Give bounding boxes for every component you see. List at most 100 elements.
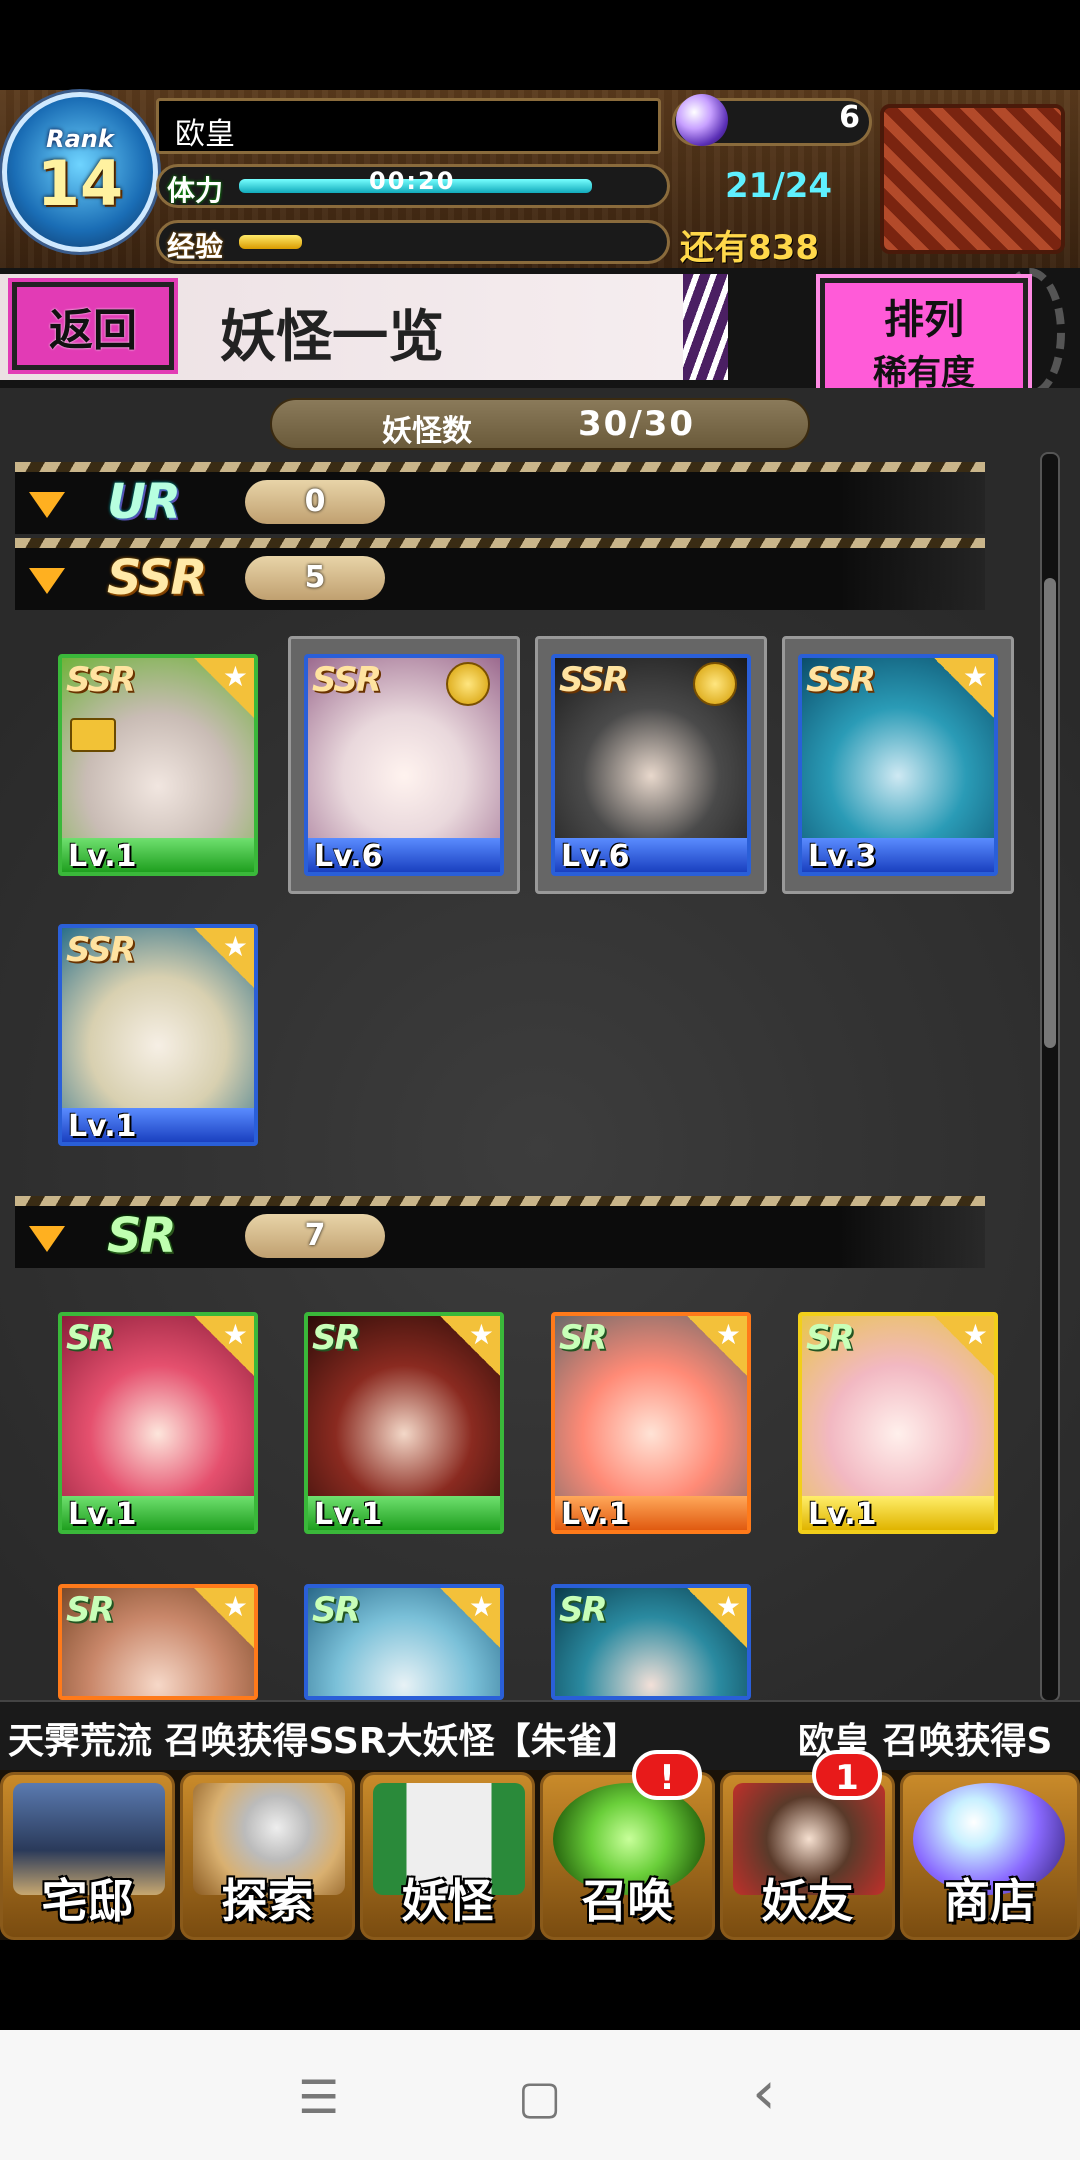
star-icon: ★ — [687, 1588, 747, 1648]
star-icon: ★ — [934, 658, 994, 718]
level-label: Lv.1 — [68, 839, 137, 874]
rarity-badge: SSR — [66, 930, 136, 970]
yokai-card[interactable]: SR ★ Lv.1 — [304, 1312, 504, 1534]
yokai-card[interactable]: SR ★ Lv.1 — [798, 1312, 998, 1534]
star-glyph: ★ — [222, 1318, 248, 1351]
rarity-badge: SR — [559, 1590, 608, 1630]
yokai-card[interactable]: SR ★ — [304, 1584, 504, 1700]
exp-remaining: 还有838 — [680, 228, 819, 268]
nav-yokai-button[interactable]: 妖怪 — [360, 1772, 535, 1940]
level-label: Lv.3 — [808, 839, 877, 874]
yokai-card[interactable]: SR ★ — [58, 1584, 258, 1700]
sort-button[interactable]: 排列 稀有度 — [820, 278, 1028, 394]
section-header-sr[interactable]: SR 7 — [15, 1196, 985, 1268]
rarity-label: SR — [107, 1208, 177, 1264]
lock-icon — [70, 718, 116, 752]
section-count: 0 — [245, 480, 385, 524]
star-icon: ★ — [934, 1316, 994, 1376]
yokai-count-label: 妖怪数 — [382, 414, 472, 449]
sort-mode: 稀有度 — [873, 353, 975, 393]
yokai-count-pill: 妖怪数 30/30 — [270, 398, 810, 450]
level-label: Lv.1 — [68, 1109, 137, 1144]
sort-label: 排列 — [884, 297, 964, 343]
rarity-badge: SSR — [559, 660, 629, 700]
section-count: 5 — [245, 556, 385, 600]
rarity-label: UR — [107, 474, 181, 530]
rarity-badge: SSR — [806, 660, 876, 700]
home-square-icon[interactable]: ▢ — [518, 2070, 561, 2124]
stamina-count: 21/24 — [725, 166, 833, 206]
gift-box-icon[interactable] — [880, 104, 1065, 254]
nav-home-button[interactable]: 宅邸 — [0, 1772, 175, 1940]
page-title: 妖怪一览 — [220, 305, 444, 370]
summon-alert-badge: ! — [632, 1750, 702, 1800]
rarity-badge: SR — [312, 1318, 361, 1358]
gold-medal-icon — [693, 662, 737, 706]
rarity-badge: SSR — [312, 660, 382, 700]
star-glyph: ★ — [962, 1318, 988, 1351]
level-label: Lv.1 — [68, 1497, 137, 1532]
collapse-arrow-icon — [29, 1226, 65, 1252]
spirit-orb-icon — [676, 94, 728, 146]
yokai-card[interactable]: SSR Lv.6 — [551, 654, 751, 876]
yokai-card[interactable]: SSR ★ Lv.1 — [58, 924, 258, 1146]
back-button[interactable]: 返回 — [12, 282, 174, 370]
yokai-card[interactable]: SSR Lv.6 — [304, 654, 504, 876]
star-glyph: ★ — [468, 1590, 494, 1623]
rarity-badge: SR — [66, 1590, 115, 1630]
nav-label: 宅邸 — [41, 1874, 134, 1928]
rarity-badge: SR — [312, 1590, 361, 1630]
gold-medal-icon — [446, 662, 490, 706]
section-count: 7 — [245, 1214, 385, 1258]
yokai-card[interactable]: SR ★ Lv.1 — [551, 1312, 751, 1534]
section-header-ssr[interactable]: SSR 5 — [15, 538, 985, 610]
rarity-badge: SR — [806, 1318, 855, 1358]
rarity-badge: SR — [559, 1318, 608, 1358]
star-icon: ★ — [194, 1316, 254, 1376]
star-glyph: ★ — [962, 660, 988, 693]
nav-label: 探索 — [221, 1874, 314, 1928]
level-label: Lv.6 — [561, 839, 630, 874]
star-glyph: ★ — [222, 660, 248, 693]
stamina-label: 体力 — [167, 174, 224, 207]
nav-explore-button[interactable]: 探索 — [180, 1772, 355, 1940]
star-glyph: ★ — [715, 1590, 741, 1623]
star-icon: ★ — [194, 658, 254, 718]
star-icon: ★ — [440, 1588, 500, 1648]
star-icon: ★ — [194, 928, 254, 988]
star-icon: ★ — [687, 1316, 747, 1376]
star-icon: ★ — [194, 1588, 254, 1648]
nav-label: 妖友 — [761, 1874, 854, 1928]
yokai-card[interactable]: SR ★ — [551, 1584, 751, 1700]
yokai-card[interactable]: SR ★ Lv.1 — [58, 1312, 258, 1534]
yokai-card[interactable]: SSR ★ Lv.3 — [798, 654, 998, 876]
player-name-box: 欧皇 — [156, 98, 661, 154]
rarity-badge: SSR — [66, 660, 136, 700]
announcement-ticker: 天霁荒流 召唤获得SSR大妖怪【朱雀】 欧皇 召唤获得S — [0, 1700, 1080, 1772]
exp-fill — [239, 235, 302, 249]
exp-label: 经验 — [167, 230, 224, 263]
collapse-arrow-icon — [29, 492, 65, 518]
exp-bar: 经验 — [156, 220, 670, 264]
friends-alert-badge: 1 — [812, 1750, 882, 1800]
nav-friends-button[interactable]: 妖友 — [720, 1772, 895, 1940]
player-name: 欧皇 — [175, 117, 235, 152]
rarity-label: SSR — [107, 550, 207, 606]
nav-shop-button[interactable]: 商店 — [900, 1772, 1080, 1940]
scrollbar-thumb[interactable] — [1044, 578, 1056, 1048]
star-glyph: ★ — [715, 1318, 741, 1351]
collapse-arrow-icon — [29, 568, 65, 594]
star-glyph: ★ — [222, 930, 248, 963]
menu-icon[interactable]: ☰ — [298, 2070, 339, 2124]
level-label: Lv.1 — [561, 1497, 630, 1532]
nav-label: 妖怪 — [401, 1874, 494, 1928]
status-bar — [0, 0, 1080, 90]
rank-badge[interactable]: Rank 14 — [2, 92, 158, 252]
rank-value: 14 — [36, 147, 124, 220]
yokai-count-value: 30/30 — [578, 404, 696, 444]
back-chevron-icon[interactable]: ‹ — [752, 2058, 776, 2128]
section-header-ur[interactable]: UR 0 — [15, 462, 985, 534]
level-label: Lv.6 — [314, 839, 383, 874]
yokai-card[interactable]: SSR ★ Lv.1 — [58, 654, 258, 876]
nav-summon-button[interactable]: 召唤 — [540, 1772, 715, 1940]
